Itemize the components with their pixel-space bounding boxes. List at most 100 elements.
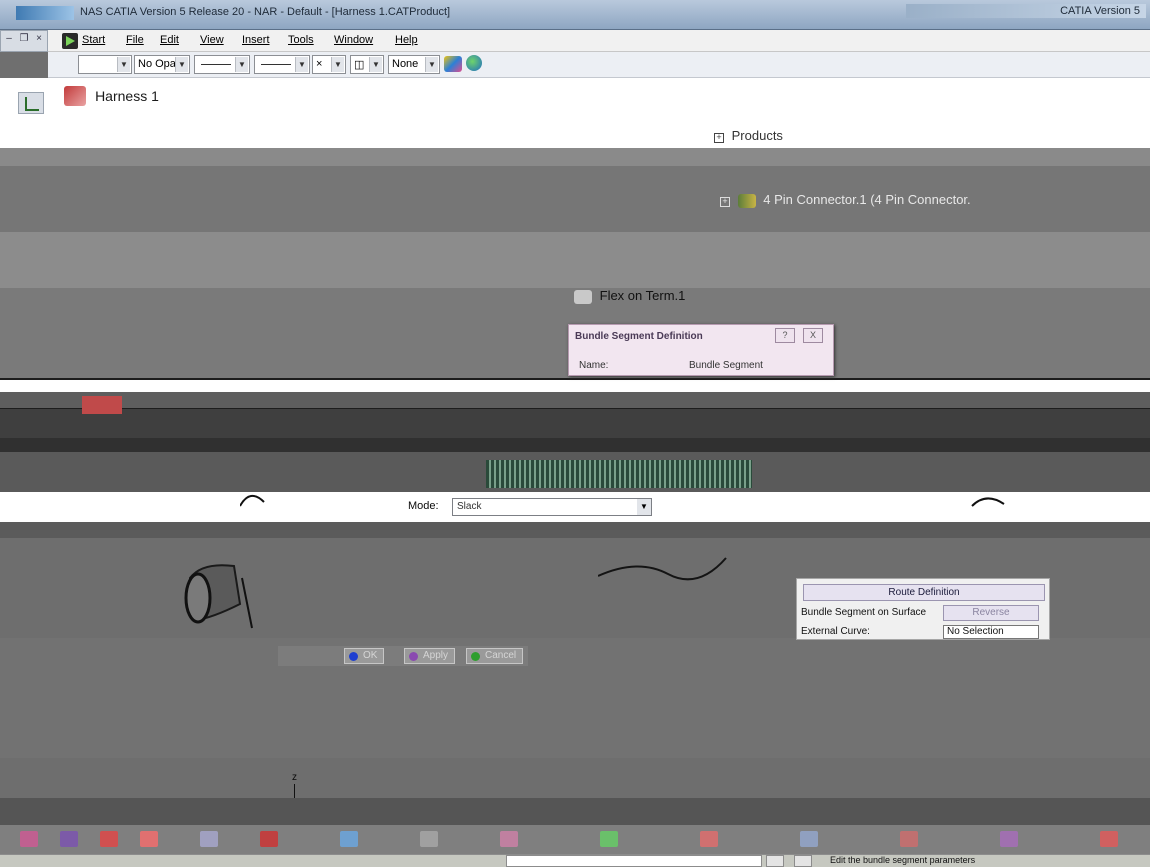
tool-icon[interactable] bbox=[260, 831, 278, 847]
point-symbol-icon: × bbox=[316, 58, 323, 70]
surface-label: Bundle Segment on Surface bbox=[801, 607, 927, 618]
dialog-title: Bundle Segment Definition bbox=[575, 331, 703, 342]
point-symbol-combo[interactable]: × ▼ bbox=[312, 55, 346, 74]
menu-view[interactable]: View bbox=[200, 34, 224, 46]
opacity-combo[interactable]: No Opa ▼ bbox=[134, 55, 190, 74]
fill-color-combo[interactable]: ▼ bbox=[78, 55, 132, 74]
tool-icon[interactable] bbox=[700, 831, 718, 847]
chevron-down-icon: ▼ bbox=[369, 57, 382, 72]
lineweight-sample-icon bbox=[261, 64, 291, 65]
terminal-icon bbox=[574, 289, 592, 304]
apply-button[interactable]: Apply bbox=[404, 648, 456, 664]
tool-icon[interactable] bbox=[1000, 831, 1018, 847]
minimize-icon[interactable]: – bbox=[2, 33, 16, 49]
chevron-down-icon: ▼ bbox=[235, 57, 248, 72]
viewport-band bbox=[0, 522, 1150, 538]
mode-combo[interactable]: Slack ▼ bbox=[452, 498, 652, 516]
viewport-band bbox=[0, 758, 1150, 798]
cancel-button[interactable]: Cancel bbox=[466, 648, 524, 664]
expand-icon[interactable]: + bbox=[720, 197, 730, 207]
viewport-band bbox=[0, 166, 1150, 232]
tool-icon[interactable] bbox=[420, 831, 438, 847]
layer-combo[interactable]: None ▼ bbox=[388, 55, 440, 74]
tree-root[interactable]: Harness 1 bbox=[64, 86, 159, 106]
tool-icon[interactable] bbox=[140, 831, 158, 847]
bundle-segment-dialog: Bundle Segment Definition ? X Name: Bund… bbox=[568, 324, 834, 376]
expand-icon[interactable]: + bbox=[714, 133, 724, 143]
compass-z-label: z bbox=[292, 772, 297, 783]
tool-icon[interactable] bbox=[200, 831, 218, 847]
tool-icon[interactable] bbox=[900, 831, 918, 847]
rendering-style-combo[interactable]: ◫ ▼ bbox=[350, 55, 384, 74]
rendering-style-icon: ◫ bbox=[354, 59, 365, 71]
tool-icon[interactable] bbox=[20, 831, 38, 847]
product-icon bbox=[64, 86, 86, 106]
status-button[interactable] bbox=[766, 855, 784, 867]
tool-icon[interactable] bbox=[60, 831, 78, 847]
tool-icon[interactable] bbox=[100, 831, 118, 847]
lineweight-combo[interactable]: ▼ bbox=[254, 55, 310, 74]
tree-node-products[interactable]: + Products bbox=[714, 128, 783, 143]
graphic-properties-icon[interactable] bbox=[466, 55, 482, 71]
viewport-band bbox=[0, 78, 1150, 148]
menu-file[interactable]: File bbox=[126, 34, 144, 46]
painter-icon[interactable] bbox=[444, 56, 462, 72]
close-button[interactable]: X bbox=[803, 328, 823, 343]
connector-icon bbox=[737, 193, 756, 208]
restore-icon[interactable]: ❐ bbox=[17, 33, 31, 49]
window-title: NAS CATIA Version 5 Release 20 - NAR - D… bbox=[80, 6, 451, 18]
menu-help[interactable]: Help bbox=[395, 34, 418, 46]
catia-logo-icon bbox=[16, 6, 74, 20]
external-curve-label: External Curve: bbox=[801, 626, 870, 637]
graphic-properties-toolbar: ▼ No Opa ▼ ▼ ▼ × ▼ ◫ ▼ None ▼ bbox=[48, 52, 1150, 78]
red-marker bbox=[82, 396, 122, 414]
menu-insert[interactable]: Insert bbox=[242, 34, 270, 46]
start-menu-icon[interactable] bbox=[62, 33, 78, 49]
tool-icon[interactable] bbox=[1100, 831, 1118, 847]
viewport-band bbox=[0, 378, 1150, 392]
viewport-band bbox=[0, 638, 1150, 758]
close-icon[interactable]: × bbox=[32, 33, 46, 49]
route-definition-panel: Route Definition Bundle Segment on Surfa… bbox=[796, 578, 1050, 640]
bundle-segment-curve[interactable] bbox=[598, 548, 728, 588]
tool-icon[interactable] bbox=[500, 831, 518, 847]
menu-bar: Start File Edit View Insert Tools Window… bbox=[48, 30, 1150, 52]
3d-viewport[interactable]: Harness 1 + Products + 4 Pin Connector.1… bbox=[0, 78, 1150, 824]
viewport-band bbox=[0, 392, 1150, 408]
status-button[interactable] bbox=[794, 855, 812, 867]
glitch-line bbox=[0, 378, 1150, 380]
cylinder-part[interactable] bbox=[182, 558, 256, 634]
reverse-button[interactable]: Reverse bbox=[943, 605, 1039, 621]
linetype-sample-icon bbox=[201, 64, 231, 65]
chevron-down-icon: ▼ bbox=[117, 57, 130, 72]
viewport-band bbox=[0, 798, 1150, 824]
tool-icon[interactable] bbox=[600, 831, 618, 847]
name-field[interactable]: Bundle Segment bbox=[689, 360, 763, 371]
tool-icon[interactable] bbox=[340, 831, 358, 847]
tree-node-connector[interactable]: + 4 Pin Connector.1 (4 Pin Connector. bbox=[720, 192, 971, 208]
power-input-field[interactable] bbox=[506, 855, 762, 867]
help-button[interactable]: ? bbox=[775, 328, 795, 343]
route-definition-button[interactable]: Route Definition bbox=[803, 584, 1045, 601]
axis-system-icon[interactable] bbox=[18, 92, 44, 114]
menu-tools[interactable]: Tools bbox=[288, 34, 314, 46]
hatched-texture bbox=[486, 460, 752, 488]
chevron-down-icon: ▼ bbox=[331, 57, 344, 72]
menu-start[interactable]: Start bbox=[82, 34, 105, 46]
arc-geometry bbox=[971, 497, 1005, 507]
tool-icon[interactable] bbox=[800, 831, 818, 847]
menu-edit[interactable]: Edit bbox=[160, 34, 179, 46]
chevron-down-icon: ▼ bbox=[637, 499, 651, 515]
viewport-band bbox=[0, 408, 1150, 438]
tree-node-terminal[interactable]: Flex on Term.1 bbox=[574, 288, 685, 304]
linetype-combo[interactable]: ▼ bbox=[194, 55, 250, 74]
apply-icon bbox=[409, 652, 418, 661]
mode-label: Mode: bbox=[408, 500, 439, 512]
bottom-toolbar bbox=[0, 824, 1150, 854]
viewport-band bbox=[0, 148, 1150, 166]
tree-root-label: Harness 1 bbox=[95, 88, 159, 104]
external-curve-field[interactable]: No Selection bbox=[943, 625, 1039, 639]
status-bar: Edit the bundle segment parameters bbox=[0, 854, 1150, 867]
menu-window[interactable]: Window bbox=[334, 34, 373, 46]
ok-button[interactable]: OK bbox=[344, 648, 385, 664]
